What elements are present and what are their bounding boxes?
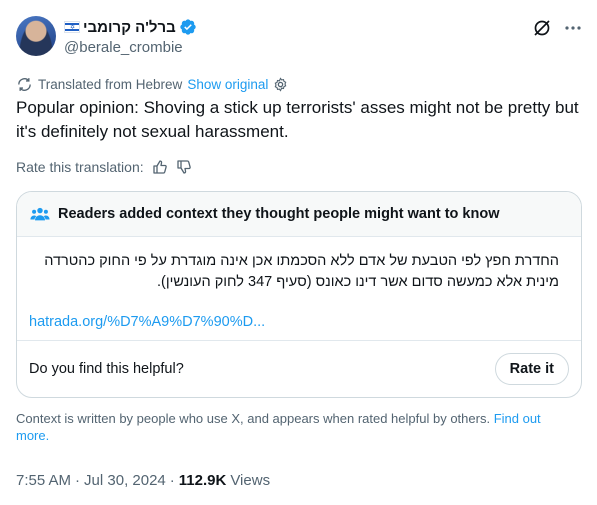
tweet-header: ✡ ברל'ה קרומבי @berale_crombie bbox=[16, 16, 582, 60]
show-original-link[interactable]: Show original bbox=[187, 77, 268, 92]
tweet-date[interactable]: Jul 30, 2024 bbox=[84, 472, 166, 489]
community-note-title: Readers added context they thought peopl… bbox=[58, 206, 500, 222]
translated-label: Translated from Hebrew bbox=[38, 77, 183, 92]
tweet-text: Popular opinion: Shoving a stick up terr… bbox=[16, 98, 579, 141]
helpful-question: Do you find this helpful? bbox=[29, 361, 184, 377]
context-footer: Context is written by people who use X, … bbox=[16, 410, 576, 444]
verified-badge-icon[interactable] bbox=[179, 18, 197, 36]
grok-icon[interactable] bbox=[532, 18, 552, 38]
thumbs-down-icon[interactable] bbox=[176, 159, 192, 175]
translate-icon bbox=[18, 78, 31, 91]
rate-translation-label: Rate this translation: bbox=[16, 159, 144, 175]
views-count: 112.9K bbox=[178, 472, 227, 489]
context-footer-text: Context is written by people who use X, … bbox=[16, 411, 491, 426]
tweet-time[interactable]: 7:55 AM bbox=[16, 472, 71, 489]
community-note-text: החדרת חפץ לפי הטבעת של אדם ללא הסכמתו אכ… bbox=[44, 253, 559, 290]
community-note-header: Readers added context they thought peopl… bbox=[17, 192, 581, 237]
community-note-link[interactable]: hatrada.org/%D7%A9%D7%90%D... bbox=[29, 314, 565, 330]
rate-translation-row: Rate this translation: bbox=[16, 159, 192, 175]
author-name-row[interactable]: ✡ ברל'ה קרומבי bbox=[64, 17, 197, 37]
rate-it-button[interactable]: Rate it bbox=[494, 353, 569, 385]
header-actions bbox=[532, 18, 582, 38]
settings-gear-icon[interactable] bbox=[273, 77, 288, 92]
people-icon bbox=[30, 207, 50, 221]
translation-banner: Translated from Hebrew Show original bbox=[16, 76, 288, 93]
thumbs-up-icon[interactable] bbox=[152, 159, 168, 175]
meta-separator: · bbox=[169, 472, 175, 489]
flag-icon: ✡ bbox=[64, 21, 80, 33]
community-note-footer: Do you find this helpful? Rate it bbox=[17, 340, 581, 397]
community-note-card: Readers added context they thought peopl… bbox=[16, 191, 582, 398]
meta-separator: · bbox=[75, 472, 81, 489]
community-note-body: החדרת חפץ לפי הטבעת של אדם ללא הסכמתו אכ… bbox=[17, 237, 581, 330]
avatar[interactable] bbox=[16, 16, 56, 56]
author-display-name[interactable]: ברל'ה קרומבי bbox=[83, 19, 176, 36]
tweet-meta: 7:55 AM · Jul 30, 2024 · 112.9K Views bbox=[16, 472, 270, 489]
author-handle[interactable]: @berale_crombie bbox=[64, 39, 183, 56]
more-icon[interactable] bbox=[564, 19, 582, 37]
views-label: Views bbox=[230, 472, 271, 489]
